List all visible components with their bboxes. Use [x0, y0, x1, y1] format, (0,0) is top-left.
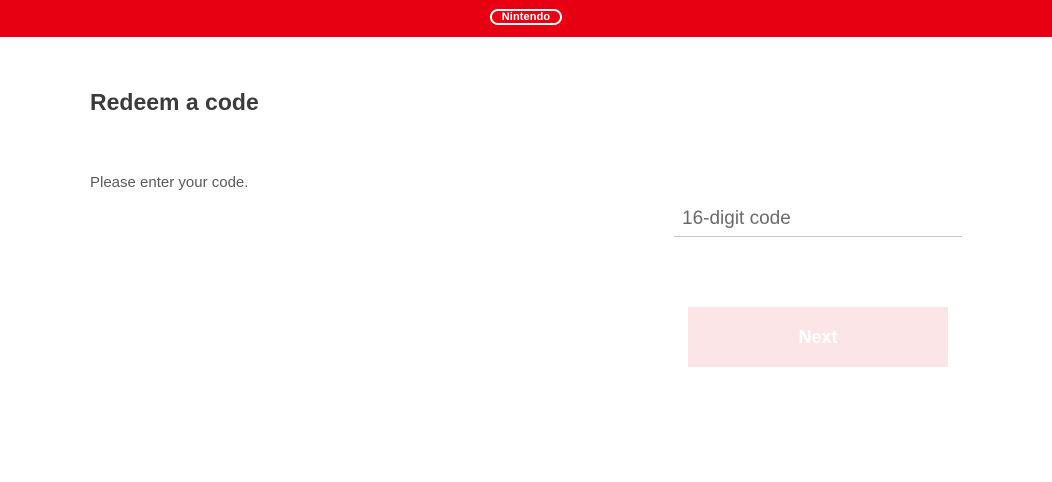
top-bar: Nintendo: [0, 0, 1052, 37]
logo-text: Nintendo: [501, 11, 551, 23]
next-button[interactable]: Next: [688, 307, 948, 367]
nintendo-logo[interactable]: Nintendo: [490, 9, 562, 25]
instruction-text: Please enter your code.: [90, 174, 249, 191]
code-input[interactable]: [674, 201, 962, 237]
page-title: Redeem a code: [90, 89, 259, 115]
